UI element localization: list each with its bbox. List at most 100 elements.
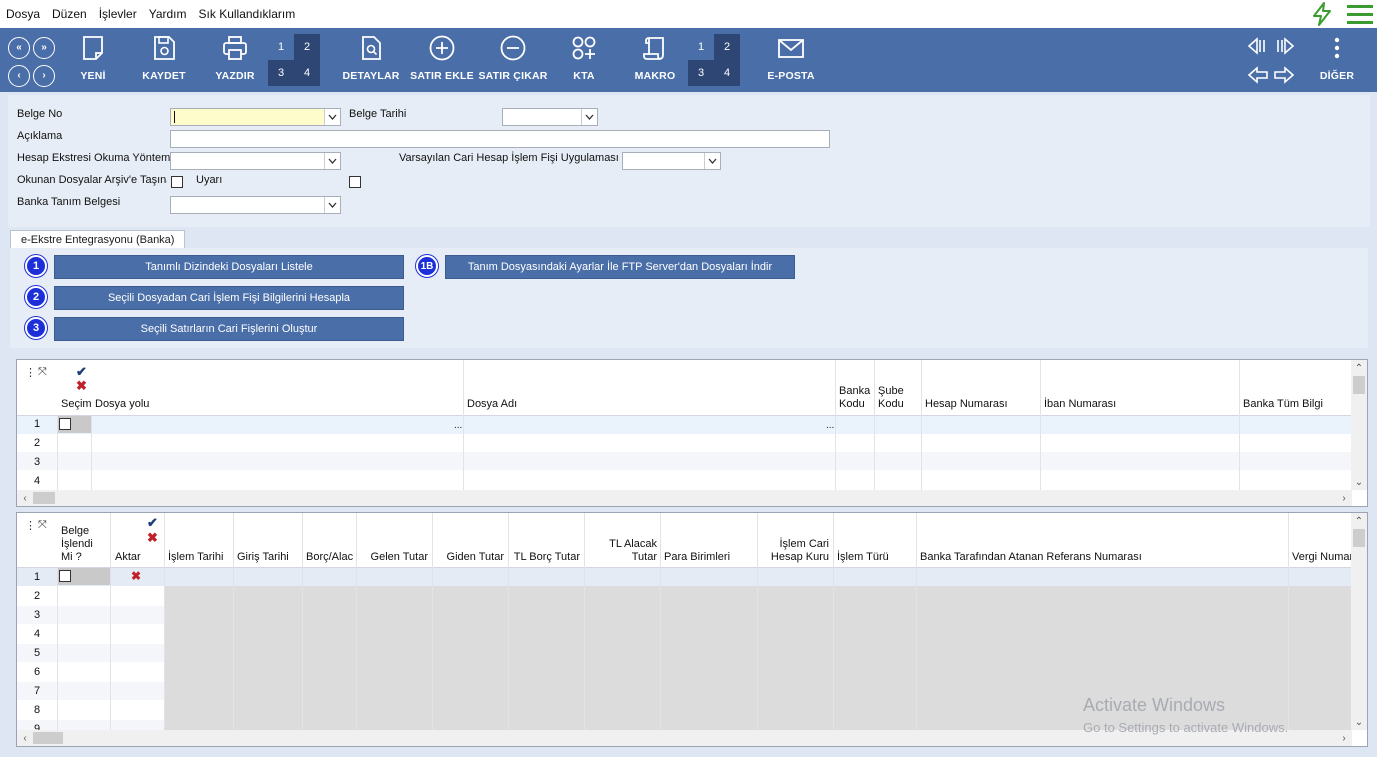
aciklama-input[interactable] — [170, 130, 830, 148]
menu-yardim[interactable]: Yardım — [149, 7, 187, 21]
print-button[interactable]: YAZDIR — [200, 34, 270, 82]
list-files-button[interactable]: Tanımlı Dizindeki Dosyaları Listele — [54, 255, 404, 279]
arsiv-checkbox[interactable] — [171, 176, 183, 188]
vertical-scrollbar[interactable]: ⌃ ⌄ — [1351, 360, 1367, 490]
menu-islevler[interactable]: İşlevler — [99, 7, 137, 21]
vertical-scrollbar[interactable]: ⌃ ⌄ — [1351, 513, 1367, 730]
email-button[interactable]: E-POSTA — [756, 34, 826, 82]
horizontal-scrollbar[interactable]: ‹ › — [17, 490, 1352, 506]
chevron-down-icon[interactable] — [581, 109, 597, 125]
col-para-birimleri[interactable]: Para Birimleri — [660, 551, 734, 564]
macro-1-button[interactable]: 1 — [688, 34, 714, 60]
first-record-icon[interactable]: « — [8, 37, 30, 59]
add-row-button[interactable]: SATIR EKLE — [407, 34, 477, 82]
col-iban-numarasi[interactable]: İban Numarası — [1040, 398, 1120, 411]
col-islem-turu[interactable]: İşlem Türü — [833, 551, 893, 564]
scroll-thumb[interactable] — [1353, 529, 1365, 547]
varsayilan-select[interactable] — [622, 152, 721, 170]
chevron-down-icon[interactable] — [704, 153, 720, 169]
ftp-download-button[interactable]: Tanım Dosyasındaki Ayarlar İle FTP Serve… — [445, 255, 795, 279]
scroll-left-icon[interactable]: ‹ — [17, 490, 33, 506]
new-button[interactable]: YENİ — [58, 34, 128, 82]
expand-icon[interactable]: ⤧ — [38, 366, 47, 379]
last-record-icon[interactable]: » — [33, 37, 55, 59]
col-gelen-tutar[interactable]: Gelen Tutar — [356, 551, 432, 564]
col-vergi-numarasi[interactable]: Vergi Numara — [1288, 551, 1352, 564]
scroll-up-icon[interactable]: ⌃ — [1351, 513, 1367, 529]
browse-name-button[interactable]: ... — [826, 420, 834, 431]
scroll-thumb[interactable] — [33, 732, 63, 744]
col-referans-numarasi[interactable]: Banka Tarafından Atanan Referans Numaras… — [916, 551, 1146, 564]
col-tl-alacak-tutar[interactable]: TL Alacak Tutar — [584, 538, 661, 564]
uyari-checkbox[interactable] — [349, 176, 361, 188]
row-select-checkbox[interactable] — [59, 418, 71, 430]
expand-icon[interactable]: ⤧ — [38, 519, 47, 532]
scroll-thumb[interactable] — [1353, 376, 1365, 394]
macro-3-button[interactable]: 3 — [688, 60, 714, 86]
col-hesap-numarasi[interactable]: Hesap Numarası — [921, 398, 1012, 411]
col-islem-tarihi[interactable]: İşlem Tarihi — [164, 551, 227, 564]
col-dosya-yolu[interactable]: Dosya yolu — [91, 398, 153, 411]
table-row[interactable] — [17, 470, 1352, 488]
tab-e-ekstre[interactable]: e-Ekstre Entegrasyonu (Banka) — [10, 230, 186, 248]
scroll-right-icon[interactable]: › — [1336, 730, 1352, 746]
remove-row-button[interactable]: SATIR ÇIKAR — [478, 34, 548, 82]
table-row[interactable] — [17, 416, 1352, 434]
page-1-button[interactable]: 1 — [268, 34, 294, 60]
chevron-down-icon[interactable] — [324, 153, 340, 169]
next-arrow-icon[interactable] — [1273, 65, 1295, 85]
chevron-down-icon[interactable] — [324, 197, 340, 213]
drag-handle-icon[interactable]: ⋮ — [25, 519, 36, 532]
deselect-all-icon[interactable]: ✖ — [76, 378, 87, 394]
banka-tanim-select[interactable] — [170, 196, 341, 214]
browse-path-button[interactable]: ... — [454, 420, 462, 431]
prev-arrow-icon[interactable] — [1247, 65, 1269, 85]
create-slips-button[interactable]: Seçili Satırların Cari Fişlerini Oluştur — [54, 317, 404, 341]
scroll-down-icon[interactable]: ⌄ — [1351, 474, 1367, 490]
macro-button[interactable]: MAKRO — [620, 34, 690, 82]
kta-button[interactable]: KTA — [549, 34, 619, 82]
calculate-button[interactable]: Seçili Dosyadan Cari İşlem Fişi Bilgiler… — [54, 286, 404, 310]
okuma-yontemi-select[interactable] — [170, 152, 341, 170]
scroll-down-icon[interactable]: ⌄ — [1351, 714, 1367, 730]
menu-dosya[interactable]: Dosya — [6, 7, 40, 21]
col-aktar[interactable]: Aktar — [111, 551, 145, 564]
belge-tarihi-input[interactable] — [502, 108, 598, 126]
scroll-up-icon[interactable]: ⌃ — [1351, 360, 1367, 376]
scroll-right-icon[interactable]: › — [1336, 490, 1352, 506]
macro-4-button[interactable]: 4 — [714, 60, 740, 86]
col-tl-borc-tutar[interactable]: TL Borç Tutar — [508, 551, 584, 564]
col-banka-tum-bilgi[interactable]: Banka Tüm Bilgi — [1239, 398, 1327, 411]
macro-2-button[interactable]: 2 — [714, 34, 740, 60]
page-4-button[interactable]: 4 — [294, 60, 320, 86]
belge-islendi-checkbox[interactable] — [59, 570, 71, 582]
col-secim[interactable]: Seçim — [57, 398, 96, 411]
belge-no-input[interactable] — [170, 108, 341, 126]
previous-record-icon[interactable]: ‹ — [8, 65, 30, 87]
scroll-thumb[interactable] — [33, 492, 55, 504]
col-borc-alac[interactable]: Borç/Alac — [302, 551, 357, 564]
aktar-x-icon[interactable]: ✖ — [131, 569, 141, 583]
first-arrow-icon[interactable] — [1247, 36, 1269, 56]
table-row[interactable] — [17, 568, 1352, 586]
col-giden-tutar[interactable]: Giden Tutar — [432, 551, 508, 564]
table-row[interactable] — [17, 434, 1352, 452]
col-dosya-adi[interactable]: Dosya Adı — [463, 398, 521, 411]
last-arrow-icon[interactable] — [1273, 36, 1295, 56]
chevron-down-icon[interactable] — [324, 109, 340, 125]
page-3-button[interactable]: 3 — [268, 60, 294, 86]
drag-handle-icon[interactable]: ⋮ — [25, 366, 36, 379]
page-2-button[interactable]: 2 — [294, 34, 320, 60]
select-all-check-icon[interactable]: ✔ — [147, 515, 158, 531]
col-giris-tarihi[interactable]: Giriş Tarihi — [233, 551, 293, 564]
col-sube-kodu[interactable]: Şube Kodu — [874, 385, 914, 411]
col-islem-cari-hesap-kuru[interactable]: İşlem Cari Hesap Kuru — [757, 538, 833, 564]
menu-duzen[interactable]: Düzen — [52, 7, 87, 21]
details-button[interactable]: DETAYLAR — [336, 34, 406, 82]
next-record-icon[interactable]: › — [33, 65, 55, 87]
lightning-icon[interactable] — [1311, 2, 1333, 29]
more-button[interactable]: DİĞER — [1302, 34, 1372, 82]
col-belge-islendi[interactable]: Belge İşlendi Mi ? — [57, 525, 109, 564]
hamburger-menu-icon[interactable] — [1347, 3, 1373, 28]
menu-sik-kullandiklarim[interactable]: Sık Kullandıklarım — [199, 7, 296, 21]
